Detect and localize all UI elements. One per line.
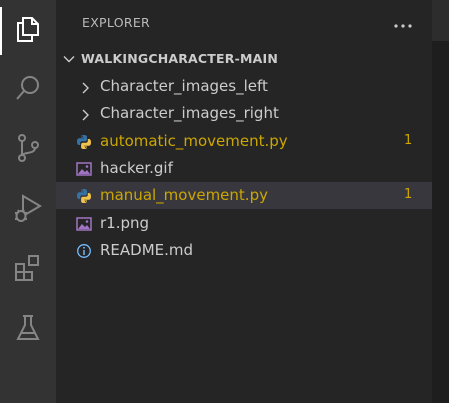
tree-file-row[interactable]: automatic_movement.py 1 — [56, 128, 432, 155]
chevron-down-icon — [62, 51, 76, 70]
python-icon — [76, 188, 92, 204]
source-control-icon — [15, 133, 41, 167]
python-icon — [76, 134, 92, 150]
activity-extensions[interactable] — [0, 246, 56, 294]
chevron-right-icon — [80, 107, 92, 126]
tree-file-row[interactable]: hacker.gif — [56, 155, 432, 182]
tree-item-label: Character_images_left — [100, 77, 268, 95]
tree-item-label: r1.png — [100, 214, 150, 232]
tree-item-label: automatic_movement.py — [100, 132, 288, 150]
flask-icon — [15, 314, 41, 346]
activity-source-control[interactable] — [0, 126, 56, 174]
chevron-right-icon — [80, 80, 92, 99]
editor-tab-strip — [432, 0, 449, 41]
tree-item-label: README.md — [100, 241, 194, 259]
activity-bar — [0, 0, 56, 403]
more-actions-button[interactable] — [390, 12, 416, 32]
activity-search[interactable] — [0, 66, 56, 114]
image-icon — [76, 216, 92, 232]
search-icon — [14, 74, 42, 106]
run-debug-icon — [13, 193, 43, 227]
tree-file-row-selected[interactable]: manual_movement.py 1 — [56, 182, 432, 209]
explorer-title: EXPLORER — [82, 15, 151, 30]
folder-name: WALKINGCHARACTER-MAIN — [81, 51, 279, 66]
folder-section-header[interactable]: WALKINGCHARACTER-MAIN — [56, 45, 432, 71]
activity-explorer[interactable] — [0, 7, 56, 55]
tree-folder-row[interactable]: Character_images_left — [56, 73, 432, 100]
problem-count-badge: 1 — [404, 133, 413, 148]
extensions-icon — [13, 253, 43, 287]
tree-item-label: manual_movement.py — [100, 186, 268, 204]
editor-area — [432, 0, 449, 403]
explorer-header: EXPLORER — [56, 0, 432, 44]
tree-item-label: Character_images_right — [100, 104, 279, 122]
ellipsis-icon — [394, 13, 412, 32]
info-icon — [76, 243, 92, 259]
tree-file-row[interactable]: README.md — [56, 237, 432, 264]
tree-file-row[interactable]: r1.png — [56, 210, 432, 237]
explorer-sidebar: EXPLORER WALKINGCHARACTER-MAIN Character… — [56, 0, 432, 403]
tree-item-label: hacker.gif — [100, 159, 173, 177]
activity-testing[interactable] — [0, 306, 56, 354]
image-icon — [76, 161, 92, 177]
problem-count-badge: 1 — [404, 187, 413, 202]
files-icon — [15, 15, 41, 47]
activity-run-debug[interactable] — [0, 186, 56, 234]
tree-folder-row[interactable]: Character_images_right — [56, 100, 432, 127]
